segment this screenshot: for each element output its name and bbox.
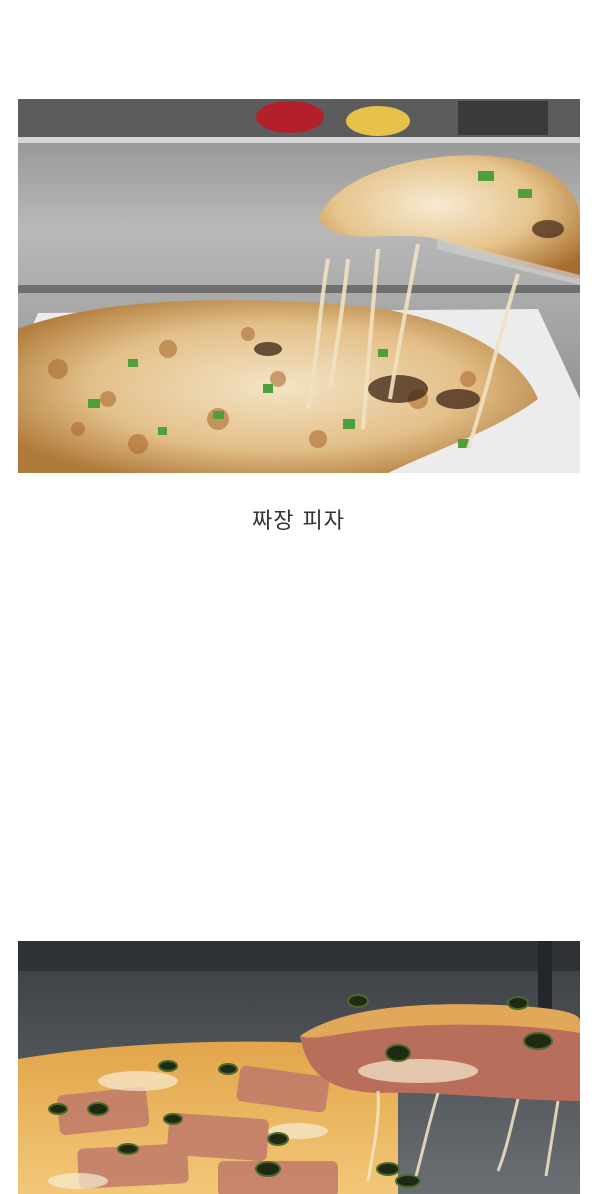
ham-pizza-photo [18,941,580,1194]
jjajang-pizza-photo [18,99,580,473]
photo-caption: 짜장 피자 [252,509,345,534]
